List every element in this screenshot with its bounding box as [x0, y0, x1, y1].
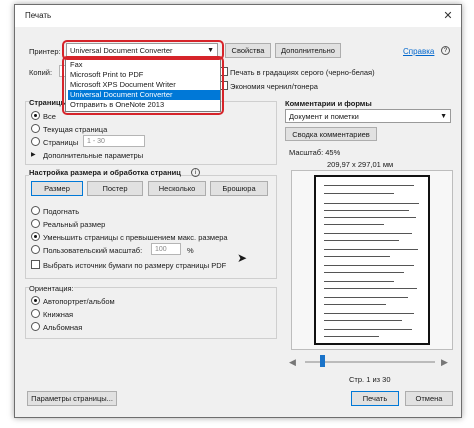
- orientation-auto-radio[interactable]: [31, 296, 40, 305]
- chevron-down-icon: ▼: [440, 113, 447, 120]
- scale-readout: Масштаб: 45%: [289, 148, 341, 157]
- pages-current-label: Текущая страница: [43, 125, 108, 134]
- multiple-button[interactable]: Несколько: [148, 181, 206, 196]
- custom-scale-label: Пользовательский масштаб:: [43, 246, 143, 255]
- advanced-button[interactable]: Дополнительно: [275, 43, 341, 58]
- pages-range-radio[interactable]: [31, 137, 40, 146]
- orientation-auto-label: Автопортрет/альбом: [43, 297, 115, 306]
- next-page-icon[interactable]: ▶: [441, 357, 448, 368]
- comment-summary-button[interactable]: Сводка комментариев: [285, 127, 377, 141]
- shrink-radio[interactable]: [31, 232, 40, 241]
- custom-scale-radio[interactable]: [31, 245, 40, 254]
- page-counter: Стр. 1 из 30: [349, 375, 391, 384]
- scale-input[interactable]: 100: [151, 243, 181, 255]
- orientation-landscape-radio[interactable]: [31, 322, 40, 331]
- properties-button[interactable]: Свойства: [225, 43, 271, 58]
- cursor-icon: ➤: [237, 251, 248, 265]
- actual-size-radio[interactable]: [31, 219, 40, 228]
- orientation-portrait-radio[interactable]: [31, 309, 40, 318]
- prev-page-icon[interactable]: ◀: [289, 357, 296, 368]
- comments-selected-value: Документ и пометки: [289, 112, 359, 121]
- preview-area: [291, 170, 453, 350]
- info-icon[interactable]: i: [191, 168, 200, 177]
- title-bar: [15, 5, 461, 27]
- size-button[interactable]: Размер: [31, 181, 83, 196]
- more-options-label[interactable]: Дополнительные параметры: [43, 151, 143, 160]
- dropdown-highlight: [62, 56, 224, 115]
- expand-arrow-icon[interactable]: ▶: [31, 151, 36, 158]
- page-preview: [314, 175, 430, 345]
- grayscale-label: Печать в градациях серого (черно-белая): [230, 68, 375, 77]
- save-ink-label: Экономия чернил/тонера: [230, 82, 318, 91]
- close-icon[interactable]: ✕: [439, 8, 457, 24]
- pages-range-label: Страницы: [43, 138, 79, 147]
- actual-size-label: Реальный размер: [43, 220, 106, 229]
- orientation-title: Ориентация:: [29, 284, 74, 293]
- sizing-title: Настройка размера и обработка страниц: [29, 168, 181, 177]
- fit-label: Подогнать: [43, 207, 80, 216]
- page-size-readout: 209,97 x 297,01 мм: [327, 160, 394, 169]
- page-slider-thumb[interactable]: [320, 355, 325, 367]
- help-link[interactable]: Справка: [403, 47, 434, 56]
- print-dialog: Печать ✕ Принтер: Universal Document Con…: [14, 4, 462, 418]
- shrink-label: Уменьшить страницы с превышением макс. р…: [43, 233, 228, 242]
- window-title: Печать: [25, 11, 52, 20]
- comments-select[interactable]: Документ и пометки ▼: [285, 109, 451, 123]
- orientation-landscape-label: Альбомная: [43, 323, 83, 332]
- comments-title: Комментарии и формы: [285, 99, 372, 108]
- paper-source-label: Выбрать источник бумаги по размеру стран…: [43, 261, 227, 270]
- pages-current-radio[interactable]: [31, 124, 40, 133]
- page-setup-button[interactable]: Параметры страницы...: [27, 391, 117, 406]
- poster-button[interactable]: Постер: [87, 181, 143, 196]
- booklet-button[interactable]: Брошюра: [210, 181, 268, 196]
- paper-source-checkbox[interactable]: [31, 260, 40, 269]
- fit-radio[interactable]: [31, 206, 40, 215]
- print-button[interactable]: Печать: [351, 391, 399, 406]
- cancel-button[interactable]: Отмена: [405, 391, 453, 406]
- pages-all-label: Все: [43, 112, 56, 121]
- copies-label: Копий:: [29, 68, 53, 77]
- percent-label: %: [187, 246, 194, 255]
- printer-label: Принтер:: [29, 47, 61, 56]
- pages-range-input[interactable]: 1 - 30: [83, 135, 145, 147]
- orientation-portrait-label: Книжная: [43, 310, 74, 319]
- help-icon[interactable]: ?: [441, 46, 450, 55]
- pages-all-radio[interactable]: [31, 111, 40, 120]
